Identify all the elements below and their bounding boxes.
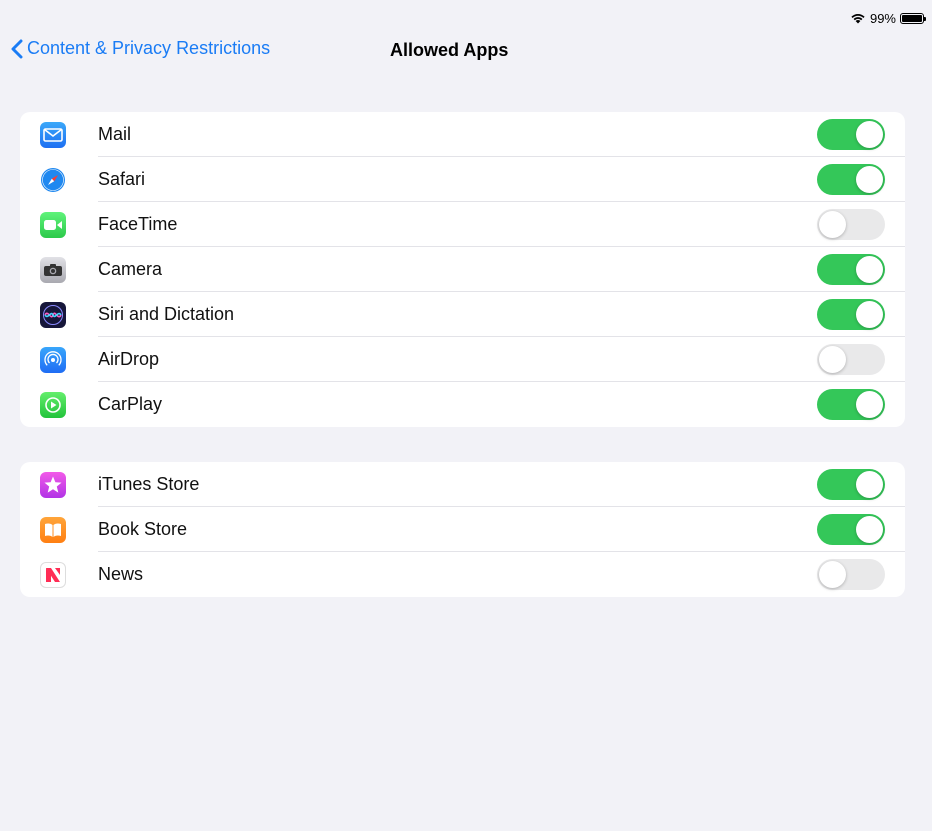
list-item-facetime: FaceTime bbox=[20, 202, 905, 247]
navigation-bar: Content & Privacy Restrictions Allowed A… bbox=[0, 32, 932, 68]
page-title: Allowed Apps bbox=[390, 40, 509, 60]
chevron-left-icon bbox=[11, 39, 23, 58]
camera-icon bbox=[40, 257, 66, 283]
list-item-itunes-store: iTunes Store bbox=[20, 462, 905, 507]
airdrop-toggle[interactable] bbox=[817, 344, 885, 375]
item-label: CarPlay bbox=[98, 394, 163, 414]
news-icon bbox=[40, 562, 66, 588]
toggle-knob bbox=[819, 211, 846, 238]
toggle-knob bbox=[819, 561, 846, 588]
facetime-toggle[interactable] bbox=[817, 209, 885, 240]
battery-icon bbox=[900, 12, 926, 24]
toggle-knob bbox=[856, 471, 883, 498]
item-label: Book Store bbox=[98, 519, 188, 539]
list-item-book-store: Book Store bbox=[20, 507, 905, 552]
list-item-news: News bbox=[20, 552, 905, 597]
toggle-knob bbox=[856, 391, 883, 418]
battery-percentage: 99% bbox=[869, 10, 896, 26]
list-item-camera: Camera bbox=[20, 247, 905, 292]
item-label: iTunes Store bbox=[98, 474, 200, 494]
news-toggle[interactable] bbox=[817, 559, 885, 590]
item-label: AirDrop bbox=[98, 349, 160, 369]
safari-toggle[interactable] bbox=[817, 164, 885, 195]
back-button[interactable]: Content & Privacy Restrictions bbox=[10, 38, 270, 59]
itunes-store-toggle[interactable] bbox=[817, 469, 885, 500]
item-label: Siri and Dictation bbox=[98, 304, 235, 324]
facetime-icon bbox=[40, 212, 66, 238]
list-item-siri-and-dictation: Siri and Dictation bbox=[20, 292, 905, 337]
itunes-store-icon bbox=[40, 472, 66, 498]
item-label: Mail bbox=[98, 124, 132, 144]
list-item-airdrop: AirDrop bbox=[20, 337, 905, 382]
apps-group-stores: iTunes Store Book Store News bbox=[20, 462, 905, 597]
toggle-knob bbox=[856, 256, 883, 283]
siri-and-dictation-toggle[interactable] bbox=[817, 299, 885, 330]
back-button-label: Content & Privacy Restrictions bbox=[27, 38, 271, 58]
safari-icon bbox=[40, 167, 66, 193]
mail-icon bbox=[40, 122, 66, 148]
item-label: Safari bbox=[98, 169, 146, 189]
carplay-icon bbox=[40, 392, 66, 418]
item-label: FaceTime bbox=[98, 214, 178, 234]
book-store-icon bbox=[40, 517, 66, 543]
siri-icon bbox=[40, 302, 66, 328]
camera-toggle[interactable] bbox=[817, 254, 885, 285]
status-bar: 99% bbox=[0, 0, 932, 30]
list-item-mail: Mail bbox=[20, 112, 905, 157]
list-item-safari: Safari bbox=[20, 157, 905, 202]
toggle-knob bbox=[819, 346, 846, 373]
apps-group-system: Mail Safari FaceTime Camera Siri and Dictati… bbox=[20, 112, 905, 427]
toggle-knob bbox=[856, 516, 883, 543]
list-item-carplay: CarPlay bbox=[20, 382, 905, 427]
book-store-toggle[interactable] bbox=[817, 514, 885, 545]
mail-toggle[interactable] bbox=[817, 119, 885, 150]
airdrop-icon bbox=[40, 347, 66, 373]
carplay-toggle[interactable] bbox=[817, 389, 885, 420]
toggle-knob bbox=[856, 301, 883, 328]
item-label: News bbox=[98, 564, 144, 584]
status-indicators: 99% bbox=[850, 9, 926, 27]
toggle-knob bbox=[856, 121, 883, 148]
toggle-knob bbox=[856, 166, 883, 193]
wifi-icon bbox=[850, 12, 866, 24]
item-label: Camera bbox=[98, 259, 163, 279]
